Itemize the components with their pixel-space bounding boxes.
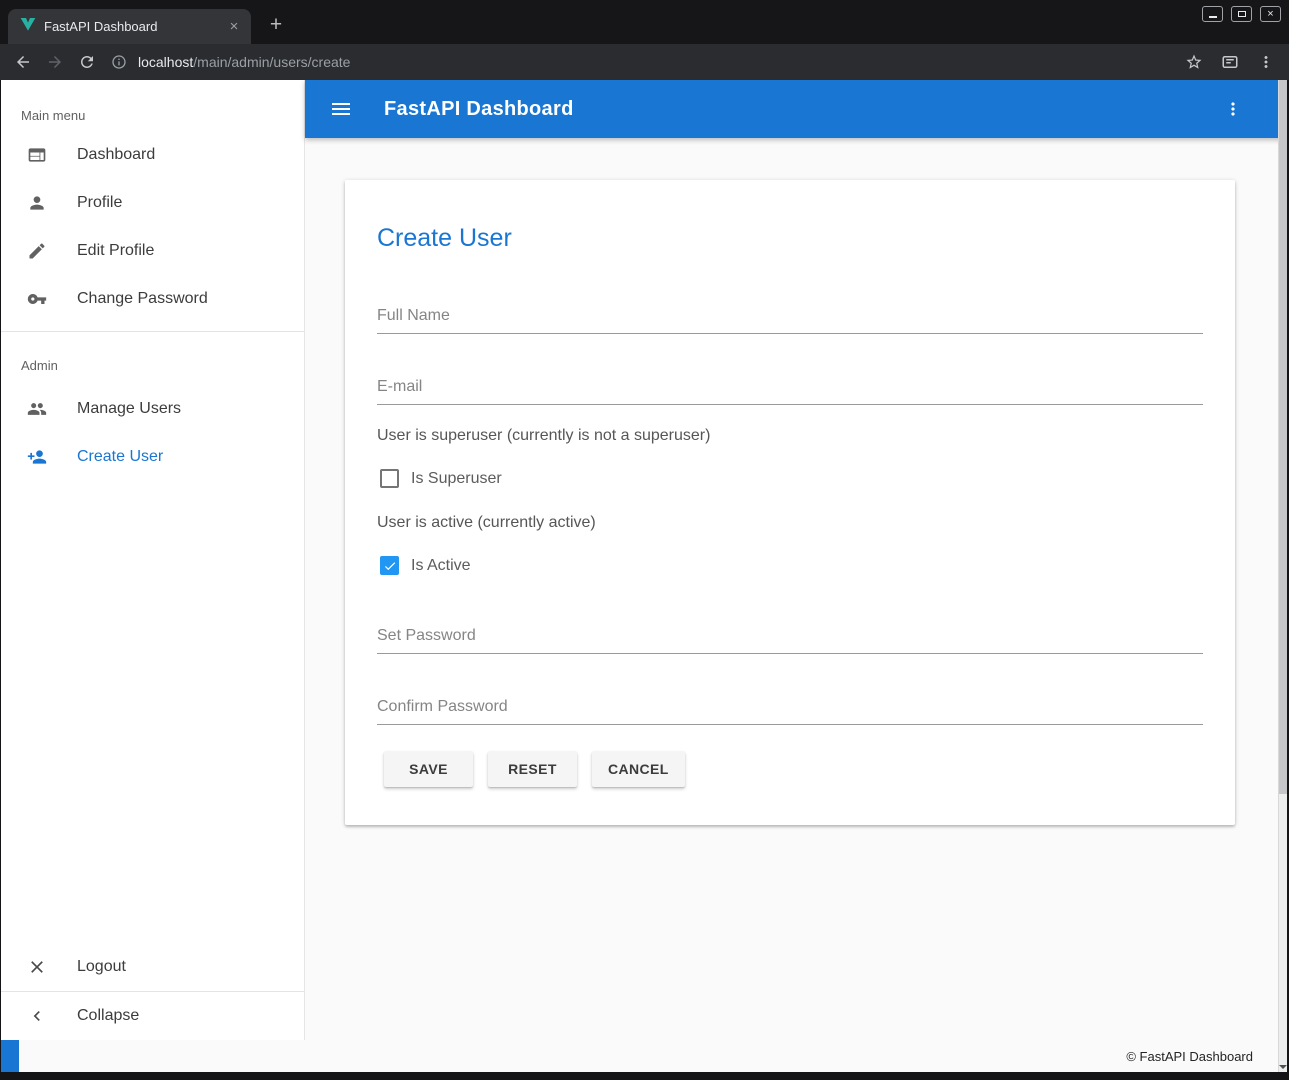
sidebar-item-label: Dashboard: [77, 146, 155, 164]
main-area: FastAPI Dashboard Create User: [305, 80, 1287, 1040]
browser-extra-icon[interactable]: [1221, 53, 1239, 71]
superuser-hint: User is superuser (currently is not a su…: [377, 427, 1203, 445]
tab-close-icon[interactable]: ×: [225, 18, 243, 36]
sidebar-item-edit-profile[interactable]: Edit Profile: [1, 227, 304, 275]
sidebar-item-label: Collapse: [77, 1007, 139, 1025]
cancel-button[interactable]: CANCEL: [592, 751, 685, 787]
sidebar-item-change-password[interactable]: Change Password: [1, 275, 304, 323]
sidebar-item-label: Logout: [77, 958, 126, 976]
scrollbar-down-arrow-icon[interactable]: [1279, 1065, 1287, 1069]
sidebar-item-label: Change Password: [77, 290, 208, 308]
sidebar-item-collapse[interactable]: Collapse: [1, 992, 304, 1040]
page-footer: © FastAPI Dashboard: [1, 1040, 1287, 1072]
minimize-icon: [1209, 16, 1217, 18]
is-active-checkbox[interactable]: Is Active: [380, 556, 1203, 575]
set-password-input[interactable]: [377, 625, 1203, 654]
sidebar-item-logout[interactable]: Logout: [1, 943, 304, 991]
people-icon: [25, 397, 49, 421]
sidebar-section-main-label: Main menu: [21, 108, 284, 123]
browser-menu-kebab-icon[interactable]: [1257, 53, 1275, 71]
window-close-button[interactable]: ×: [1260, 6, 1281, 22]
url-host: localhost: [138, 54, 193, 70]
confirm-password-input[interactable]: [377, 696, 1203, 725]
bookmark-star-icon[interactable]: [1185, 53, 1203, 71]
sidebar-item-create-user[interactable]: Create User: [1, 433, 304, 481]
site-info-icon[interactable]: [110, 53, 128, 71]
key-icon: [25, 287, 49, 311]
sidebar: Main menu Dashboard Profile: [1, 80, 305, 1040]
create-user-card: Create User User is superuser (currently…: [345, 180, 1235, 825]
sidebar-item-label: Edit Profile: [77, 242, 154, 260]
sidebar-item-label: Profile: [77, 194, 122, 212]
checkbox-unchecked-icon: [380, 469, 399, 488]
page-content: Create User User is superuser (currently…: [305, 138, 1287, 1040]
tab-title: FastAPI Dashboard: [44, 19, 217, 34]
toolbar-right-icons: [1167, 53, 1275, 71]
footer-copyright: © FastAPI Dashboard: [1126, 1049, 1287, 1064]
window-minimize-button[interactable]: [1202, 6, 1223, 22]
close-icon: [25, 955, 49, 979]
full-name-input[interactable]: [377, 305, 1203, 334]
browser-window: FastAPI Dashboard × + × localhost/main/a…: [0, 0, 1289, 1080]
address-bar[interactable]: localhost/main/admin/users/create: [138, 54, 1167, 70]
back-icon[interactable]: [14, 53, 32, 71]
save-button[interactable]: SAVE: [384, 751, 473, 787]
appbar-kebab-icon[interactable]: [1223, 99, 1243, 119]
vuetify-favicon-icon: [20, 16, 36, 37]
app-bar: FastAPI Dashboard: [305, 80, 1287, 138]
new-tab-button[interactable]: +: [263, 12, 289, 38]
forward-icon[interactable]: [46, 53, 64, 71]
hamburger-menu-icon[interactable]: [329, 97, 353, 121]
chevron-left-icon: [25, 1004, 49, 1028]
person-icon: [25, 191, 49, 215]
sidebar-item-manage-users[interactable]: Manage Users: [1, 385, 304, 433]
browser-tab-bar: FastAPI Dashboard × + ×: [0, 0, 1289, 44]
pencil-icon: [25, 239, 49, 263]
browser-toolbar: localhost/main/admin/users/create: [0, 44, 1289, 80]
person-add-icon: [25, 445, 49, 469]
maximize-icon: [1238, 11, 1246, 17]
sidebar-divider: [1, 331, 304, 332]
sidebar-item-label: Manage Users: [77, 400, 181, 418]
reset-button[interactable]: RESET: [488, 751, 577, 787]
web-page: Main menu Dashboard Profile: [1, 80, 1287, 1072]
is-active-label: Is Active: [411, 557, 471, 575]
browser-tab[interactable]: FastAPI Dashboard ×: [8, 9, 251, 44]
reload-icon[interactable]: [78, 53, 96, 71]
form-actions: SAVE RESET CANCEL: [384, 751, 1203, 787]
page-title: Create User: [377, 224, 1203, 253]
appbar-title: FastAPI Dashboard: [384, 98, 574, 121]
active-hint: User is active (currently active): [377, 514, 1203, 532]
footer-accent-block: [1, 1040, 19, 1072]
set-password-field: [377, 625, 1203, 654]
email-input[interactable]: [377, 376, 1203, 405]
dashboard-icon: [25, 143, 49, 167]
full-name-field: [377, 305, 1203, 334]
checkbox-checked-icon: [380, 556, 399, 575]
sidebar-section-admin-label: Admin: [21, 358, 284, 373]
is-superuser-label: Is Superuser: [411, 470, 502, 488]
url-path: /main/admin/users/create: [193, 54, 350, 70]
confirm-password-field: [377, 696, 1203, 725]
is-superuser-checkbox[interactable]: Is Superuser: [380, 469, 1203, 488]
sidebar-item-dashboard[interactable]: Dashboard: [1, 131, 304, 179]
email-field: [377, 376, 1203, 405]
scrollbar-thumb[interactable]: [1279, 80, 1287, 794]
sidebar-spacer: [1, 481, 304, 943]
sidebar-item-profile[interactable]: Profile: [1, 179, 304, 227]
page-scrollbar[interactable]: [1278, 80, 1287, 1072]
window-maximize-button[interactable]: [1231, 6, 1252, 22]
window-controls: ×: [1202, 6, 1281, 22]
sidebar-item-label: Create User: [77, 448, 163, 466]
